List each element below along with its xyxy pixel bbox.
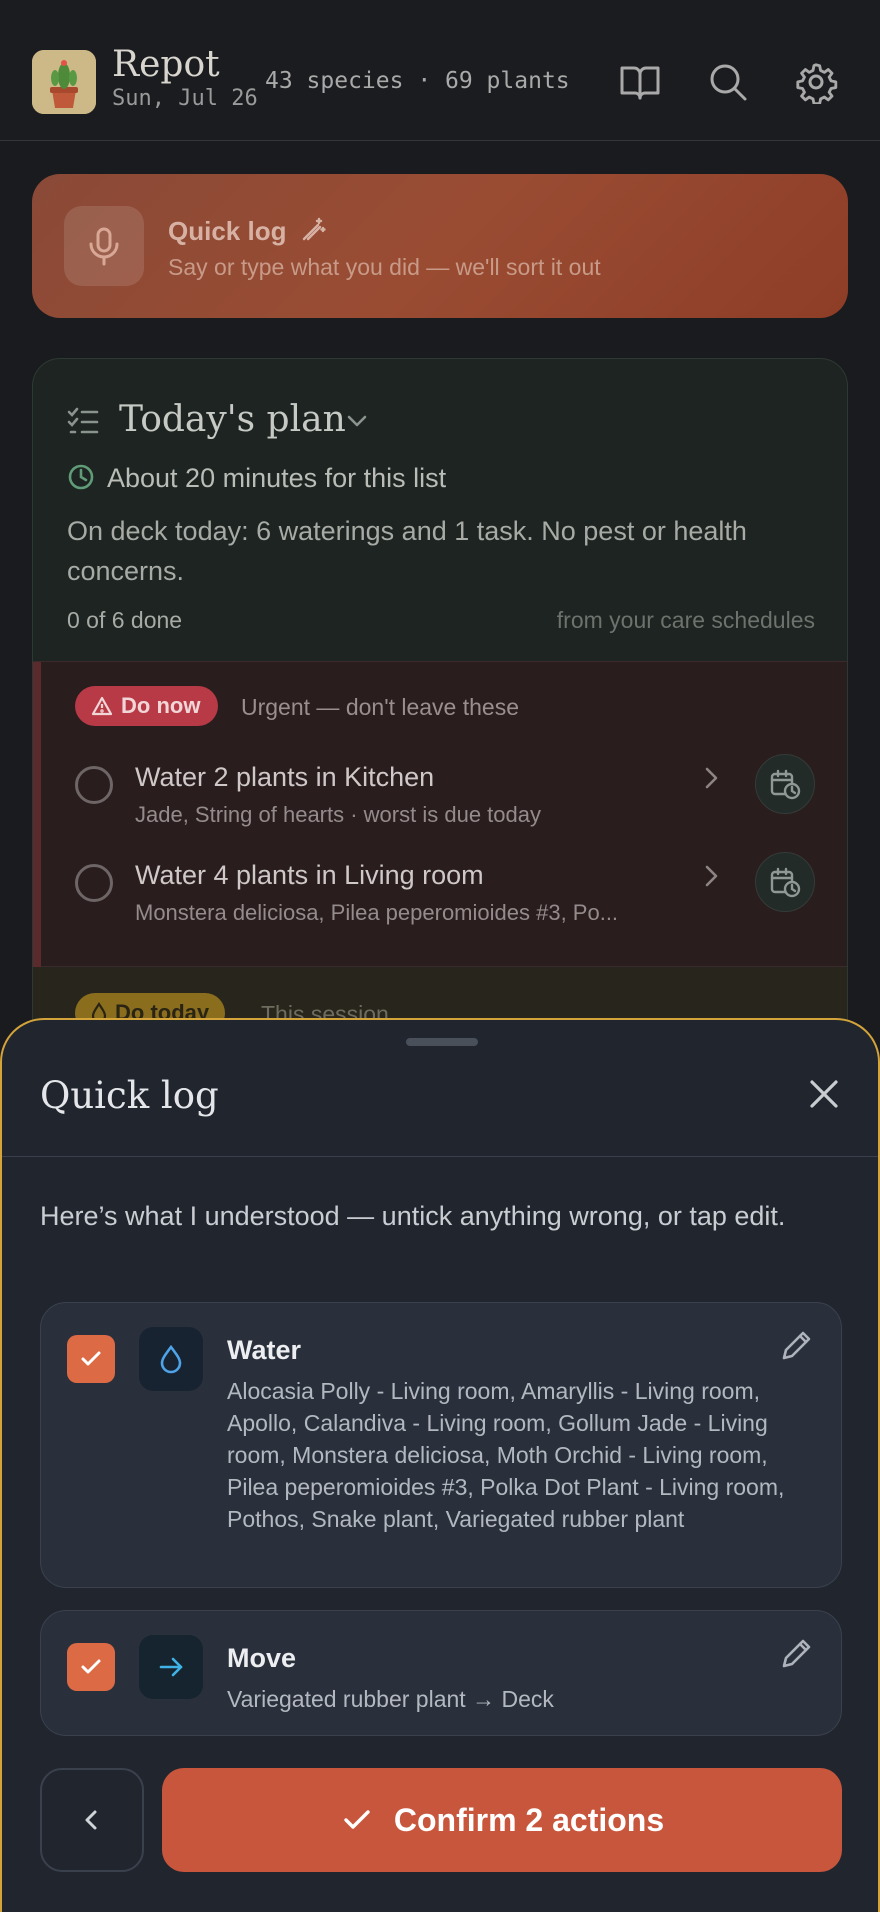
quick-log-title: Quick log (168, 216, 326, 247)
task-title: Water 4 plants in Living room (135, 860, 484, 890)
progress-text: 0 of 6 done (67, 607, 183, 633)
pencil-icon[interactable] (781, 1637, 813, 1669)
clock-icon (68, 464, 94, 490)
quick-log-subtitle: Say or type what you did — we'll sort it… (168, 254, 601, 280)
sheet-intro: Here’s what I understood — untick anythi… (40, 1201, 786, 1231)
confirm-label: Confirm 2 actions (393, 1801, 665, 1838)
sheet-drag-handle[interactable] (406, 1038, 478, 1046)
back-button[interactable] (40, 1768, 144, 1872)
close-icon[interactable] (806, 1076, 842, 1112)
calendar-clock-icon (770, 867, 801, 898)
check-icon (81, 1659, 101, 1674)
quick-log-sheet: Quick log Here’s what I understood — unt… (0, 1018, 880, 1912)
arrow-right-icon (139, 1635, 203, 1699)
task-row[interactable]: Water 4 plants in Living room Monstera d… (33, 852, 847, 942)
urgent-section: Do now Urgent — don't leave these Water … (33, 661, 847, 968)
book-icon[interactable] (618, 60, 662, 104)
action-title: Water (227, 1335, 302, 1365)
task-row[interactable]: Water 2 plants in Kitchen Jade, String o… (33, 754, 847, 844)
action-checkbox[interactable] (67, 1335, 115, 1383)
action-description: Variegated rubber plant → Deck (227, 1686, 554, 1712)
task-checkbox[interactable] (75, 864, 113, 902)
calendar-clock-icon (770, 769, 801, 800)
check-icon (344, 1810, 370, 1829)
chevron-down-icon[interactable] (345, 409, 369, 433)
action-card-move: Move Variegated rubber plant → Deck (40, 1610, 842, 1736)
plan-title[interactable]: Today's plan (119, 399, 346, 440)
plan-summary: On deck today: 6 waterings and 1 task. N… (67, 516, 747, 586)
quick-log-banner[interactable]: Quick log Say or type what you did — we'… (32, 174, 848, 318)
do-now-badge: Do now (75, 686, 219, 726)
warning-icon (91, 696, 113, 716)
time-estimate: About 20 minutes for this list (107, 463, 447, 493)
schedule-button[interactable] (755, 754, 815, 814)
checklist-icon (67, 407, 99, 434)
action-card-water: Water Alocasia Polly - Living room, Amar… (40, 1302, 842, 1588)
app-header: Repot Sun, Jul 26 43 species · 69 plants (0, 0, 880, 141)
task-title: Water 2 plants in Kitchen (135, 762, 435, 792)
magic-wand-icon (302, 217, 326, 241)
confirm-actions-button[interactable]: Confirm 2 actions (162, 1768, 842, 1872)
app-title: Repot (112, 44, 220, 85)
water-drop-icon (139, 1327, 203, 1391)
task-subtitle: Monstera deliciosa, Pilea peperomioides … (135, 900, 619, 925)
action-checkbox[interactable] (67, 1643, 115, 1691)
sheet-title: Quick log (40, 1074, 219, 1117)
task-subtitle: Jade, String of hearts · worst is due to… (135, 802, 541, 827)
action-description: Alocasia Polly - Living room, Amaryllis … (227, 1378, 785, 1532)
action-title: Move (227, 1643, 297, 1673)
collection-stats: 43 species · 69 plants (265, 68, 570, 94)
header-date: Sun, Jul 26 (112, 86, 258, 111)
sheet-divider (2, 1156, 878, 1157)
task-checkbox[interactable] (75, 766, 113, 804)
chevron-left-icon (85, 1810, 97, 1830)
todays-plan-card: Today's plan About 20 minutes for this l… (32, 358, 848, 1058)
chevron-right-icon[interactable] (697, 764, 725, 792)
pencil-icon[interactable] (781, 1329, 813, 1361)
microphone-icon[interactable] (64, 206, 144, 286)
search-icon[interactable] (706, 60, 750, 104)
gear-icon[interactable] (794, 60, 838, 106)
check-icon (81, 1351, 101, 1366)
urgent-note: Urgent — don't leave these (241, 694, 519, 720)
schedule-button[interactable] (755, 852, 815, 912)
app-logo (32, 50, 96, 114)
chevron-right-icon[interactable] (697, 862, 725, 890)
plan-source: from your care schedules (556, 607, 815, 633)
